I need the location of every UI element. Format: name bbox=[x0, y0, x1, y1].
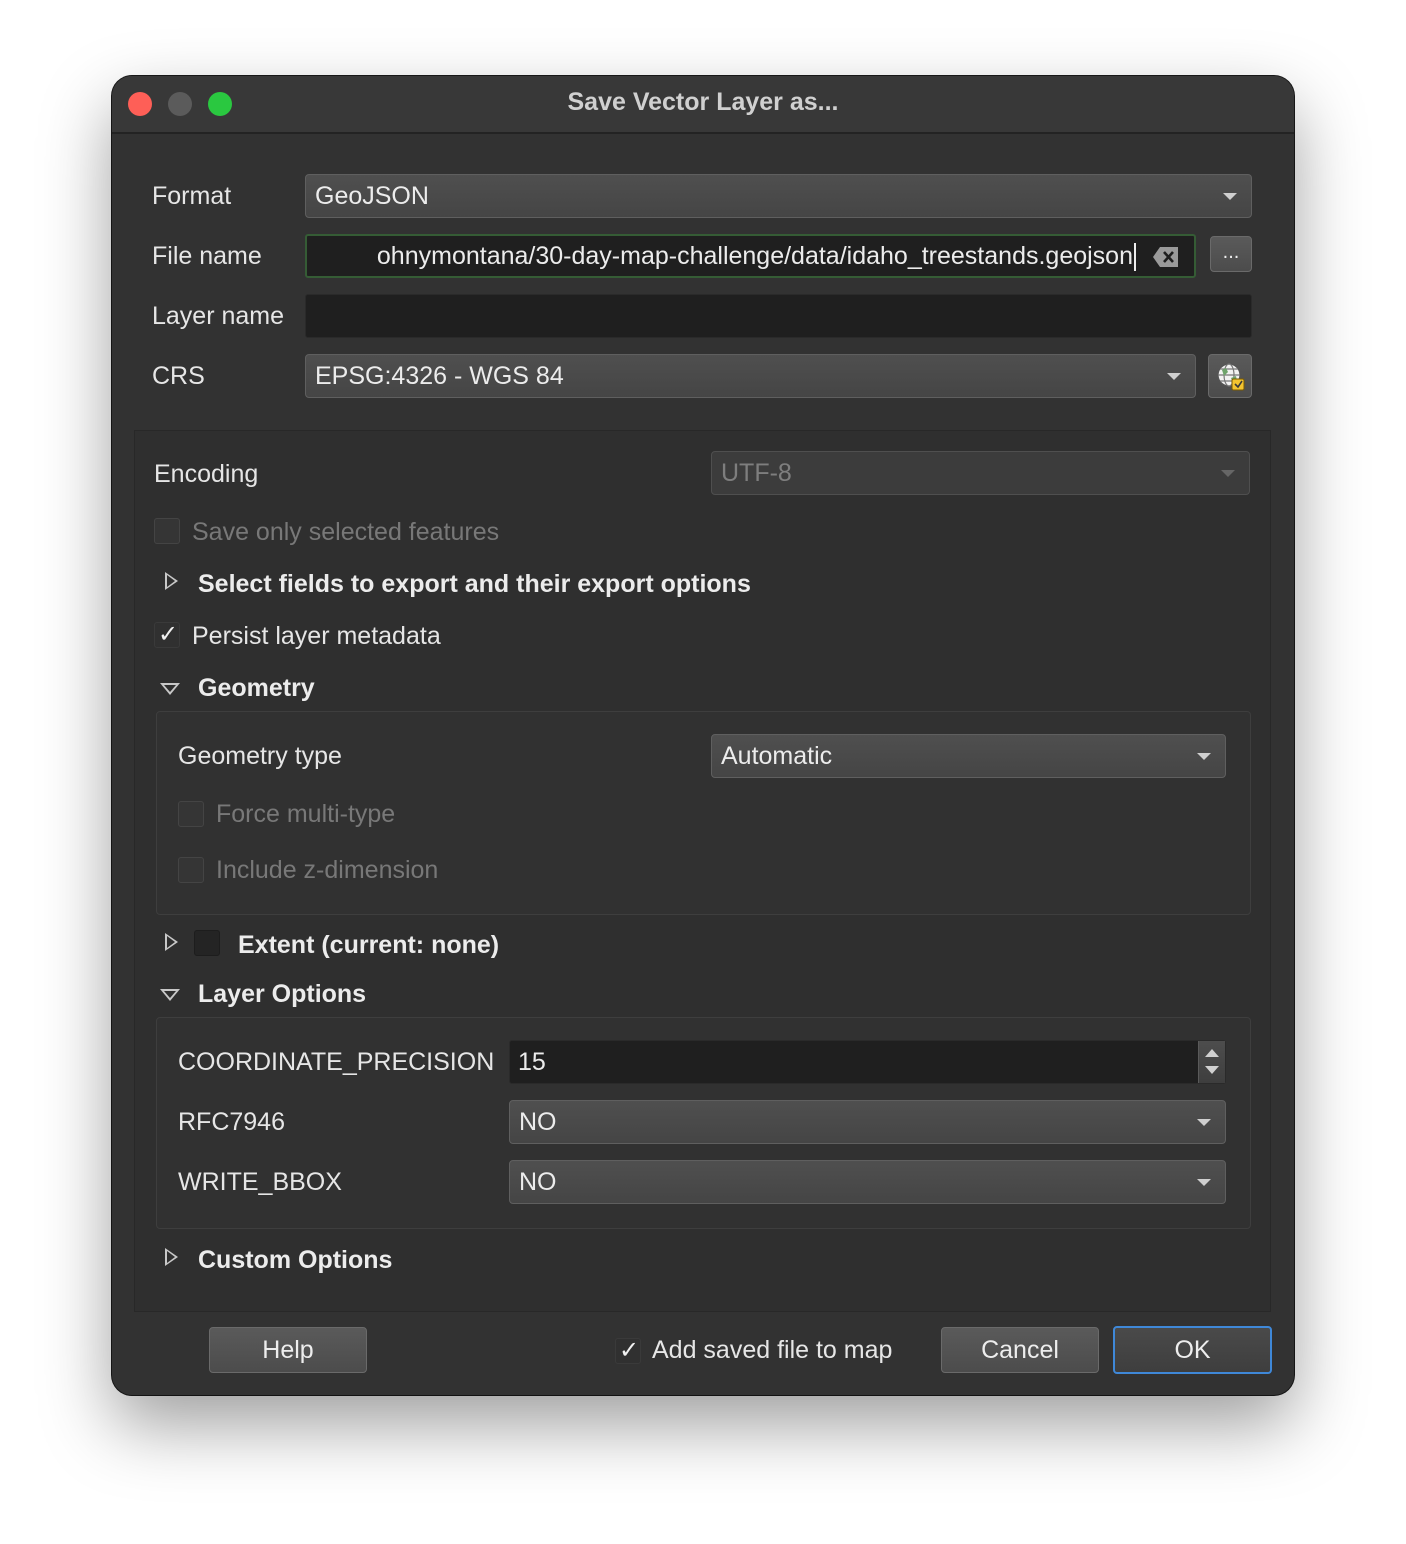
spin-up-icon[interactable] bbox=[1205, 1049, 1219, 1057]
format-label: Format bbox=[152, 182, 232, 210]
coordinate-precision-spinbox[interactable]: 15 bbox=[509, 1040, 1226, 1084]
save-selected-checkbox bbox=[154, 518, 180, 544]
collapse-triangle-down-icon[interactable] bbox=[160, 683, 180, 695]
include-z-label: Include z-dimension bbox=[216, 856, 439, 884]
expand-triangle-right-icon[interactable] bbox=[165, 1248, 178, 1266]
force-multi-checkbox bbox=[178, 801, 204, 827]
format-value: GeoJSON bbox=[315, 182, 429, 210]
rfc7946-value: NO bbox=[519, 1108, 557, 1136]
title-bar: Save Vector Layer as... bbox=[112, 76, 1294, 134]
extent-header[interactable]: Extent (current: none) bbox=[238, 931, 499, 960]
spin-stepper[interactable] bbox=[1198, 1041, 1225, 1083]
clear-text-icon[interactable] bbox=[1152, 245, 1180, 269]
checkmark-icon: ✓ bbox=[158, 621, 179, 648]
layername-input[interactable] bbox=[305, 294, 1252, 338]
chevron-down-icon bbox=[1221, 470, 1235, 477]
crs-label: CRS bbox=[152, 362, 205, 390]
filename-value: ohnymontana/30-day-map-challenge/data/id… bbox=[376, 242, 1133, 270]
write-bbox-label: WRITE_BBOX bbox=[178, 1168, 342, 1196]
crs-value: EPSG:4326 - WGS 84 bbox=[315, 362, 564, 390]
encoding-label: Encoding bbox=[154, 460, 259, 488]
cancel-button[interactable]: Cancel bbox=[941, 1327, 1099, 1373]
save-selected-label: Save only selected features bbox=[192, 518, 500, 546]
geometry-type-combobox[interactable]: Automatic bbox=[711, 734, 1226, 778]
text-cursor bbox=[1134, 243, 1136, 272]
add-to-map-label: Add saved file to map bbox=[652, 1336, 893, 1364]
expand-triangle-right-icon[interactable] bbox=[165, 933, 178, 951]
coordinate-precision-value: 15 bbox=[518, 1048, 546, 1076]
spin-down-icon[interactable] bbox=[1205, 1066, 1219, 1074]
crs-combobox[interactable]: EPSG:4326 - WGS 84 bbox=[305, 354, 1196, 398]
window-title: Save Vector Layer as... bbox=[567, 88, 839, 116]
geometry-type-value: Automatic bbox=[721, 742, 833, 770]
layername-label: Layer name bbox=[152, 302, 285, 330]
coordinate-precision-label: COORDINATE_PRECISION bbox=[178, 1048, 495, 1076]
chevron-down-icon bbox=[1223, 193, 1237, 200]
write-bbox-value: NO bbox=[519, 1168, 557, 1196]
geometry-type-label: Geometry type bbox=[178, 742, 342, 770]
checkmark-icon: ✓ bbox=[619, 1337, 640, 1364]
select-fields-header[interactable]: Select fields to export and their export… bbox=[198, 570, 751, 599]
force-multi-label: Force multi-type bbox=[216, 800, 396, 828]
layer-options-header[interactable]: Layer Options bbox=[198, 980, 366, 1009]
browse-file-button[interactable]: ... bbox=[1210, 236, 1252, 272]
write-bbox-combobox[interactable]: NO bbox=[509, 1160, 1226, 1204]
globe-crs-icon bbox=[1217, 363, 1245, 391]
persist-metadata-label: Persist layer metadata bbox=[192, 622, 441, 650]
filename-input[interactable]: ohnymontana/30-day-map-challenge/data/id… bbox=[305, 234, 1196, 278]
format-combobox[interactable]: GeoJSON bbox=[305, 174, 1252, 218]
chevron-down-icon bbox=[1197, 753, 1211, 760]
filename-label: File name bbox=[152, 242, 262, 270]
custom-options-header[interactable]: Custom Options bbox=[198, 1246, 392, 1275]
ok-button[interactable]: OK bbox=[1113, 1326, 1272, 1374]
help-button[interactable]: Help bbox=[209, 1327, 367, 1373]
collapse-triangle-down-icon[interactable] bbox=[160, 989, 180, 1001]
extent-checkbox[interactable] bbox=[194, 930, 220, 956]
options-panel: Encoding UTF-8 Save only selected featur… bbox=[134, 430, 1271, 1312]
rfc7946-label: RFC7946 bbox=[178, 1108, 285, 1136]
geometry-header[interactable]: Geometry bbox=[198, 674, 315, 703]
rfc7946-combobox[interactable]: NO bbox=[509, 1100, 1226, 1144]
layer-options-group: COORDINATE_PRECISION 15 RFC7946 NO WRITE… bbox=[156, 1017, 1251, 1229]
chevron-down-icon bbox=[1167, 373, 1181, 380]
save-vector-layer-dialog: Save Vector Layer as... Format GeoJSON F… bbox=[112, 76, 1294, 1395]
geometry-group: Geometry type Automatic Force multi-type… bbox=[156, 711, 1251, 915]
encoding-combobox: UTF-8 bbox=[711, 451, 1250, 495]
add-to-map-checkbox[interactable]: ✓ bbox=[615, 1337, 641, 1364]
chevron-down-icon bbox=[1197, 1119, 1211, 1126]
persist-metadata-checkbox[interactable]: ✓ bbox=[154, 621, 180, 648]
select-crs-button[interactable] bbox=[1208, 354, 1252, 398]
include-z-checkbox bbox=[178, 857, 204, 883]
encoding-value: UTF-8 bbox=[721, 459, 792, 487]
expand-triangle-right-icon[interactable] bbox=[165, 572, 178, 590]
chevron-down-icon bbox=[1197, 1179, 1211, 1186]
